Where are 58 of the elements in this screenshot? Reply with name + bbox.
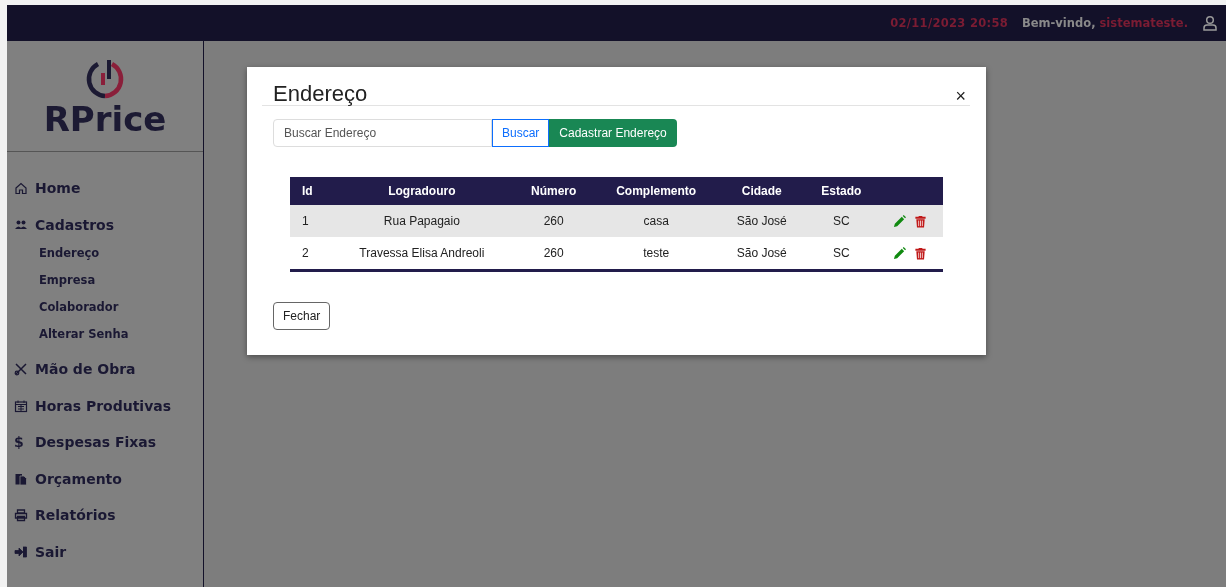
table-cell: São José xyxy=(718,205,805,237)
user-icon[interactable] xyxy=(1202,15,1218,31)
nav-label: Sair xyxy=(35,543,67,560)
nav-item[interactable]: $ Despesas Fixas xyxy=(7,424,203,461)
nav-item[interactable]: Relatórios xyxy=(7,497,203,534)
table-cell: 2 xyxy=(290,237,330,271)
logo-text: RPrice xyxy=(43,102,167,136)
nav-icon xyxy=(14,362,28,377)
column-header: Complemento xyxy=(593,177,719,205)
column-header: Cidade xyxy=(718,177,805,205)
nav-subitem[interactable]: Alterar Senha xyxy=(39,320,203,347)
nav-label: Relatórios xyxy=(35,507,116,524)
search-field[interactable]: Buscar Endereço xyxy=(273,119,492,147)
nav-item[interactable]: Horas Produtivas xyxy=(7,387,203,424)
trash-icon[interactable] xyxy=(914,246,928,260)
greeting: Bem-vindo, xyxy=(1022,16,1096,30)
table-cell: teste xyxy=(593,237,719,271)
table-cell: São José xyxy=(718,237,805,271)
table-cell: Travessa Elisa Andreoli xyxy=(330,237,514,271)
pencil-icon[interactable] xyxy=(893,214,907,228)
table-cell: 260 xyxy=(513,205,594,237)
nav-label: Horas Produtivas xyxy=(35,397,172,414)
column-header: Logradouro xyxy=(330,177,514,205)
add-button[interactable]: Cadastrar Endereço xyxy=(549,119,677,147)
nav-icon xyxy=(14,508,28,523)
table-cell: 260 xyxy=(513,237,594,271)
nav-item[interactable]: Home xyxy=(7,170,203,207)
modal-title: Endereço xyxy=(273,83,368,105)
nav-icon xyxy=(14,471,28,486)
close-dialog-button[interactable]: Fechar xyxy=(273,302,331,330)
username: sistemateste. xyxy=(1099,16,1188,30)
nav-item[interactable]: Sair xyxy=(7,533,203,570)
search-button[interactable]: Buscar xyxy=(492,119,550,147)
date-time: 02/11/2023 20:58 xyxy=(890,16,1009,30)
nav-subitem[interactable]: Empresa xyxy=(39,266,203,293)
pencil-icon[interactable] xyxy=(893,246,907,260)
nav-label: Despesas Fixas xyxy=(35,434,157,451)
nav-subitem[interactable]: Colaborador xyxy=(39,293,203,320)
nav-label: Mão de Obra xyxy=(35,361,136,378)
nav-item[interactable]: Orçamento xyxy=(7,460,203,497)
nav-icon xyxy=(14,181,28,196)
nav-icon xyxy=(14,544,28,559)
nav-label: Cadastros xyxy=(35,216,115,233)
column-header: Número xyxy=(513,177,594,205)
nav-label: Home xyxy=(35,180,81,197)
nav-label: Orçamento xyxy=(35,470,122,487)
nav-item[interactable]: Mão de Obra xyxy=(7,351,203,388)
nav-icon xyxy=(14,398,28,413)
close-button[interactable]: × xyxy=(955,87,970,105)
table-cell: SC xyxy=(804,237,878,271)
dollar-icon: $ xyxy=(14,434,28,451)
table-cell: SC xyxy=(804,205,878,237)
column-header: Estado xyxy=(804,177,878,205)
trash-icon[interactable] xyxy=(914,214,928,228)
column-header: Id xyxy=(290,177,330,205)
table-cell: casa xyxy=(593,205,719,237)
table-cell: 1 xyxy=(290,205,330,237)
table-cell: Rua Papagaio xyxy=(330,205,514,237)
